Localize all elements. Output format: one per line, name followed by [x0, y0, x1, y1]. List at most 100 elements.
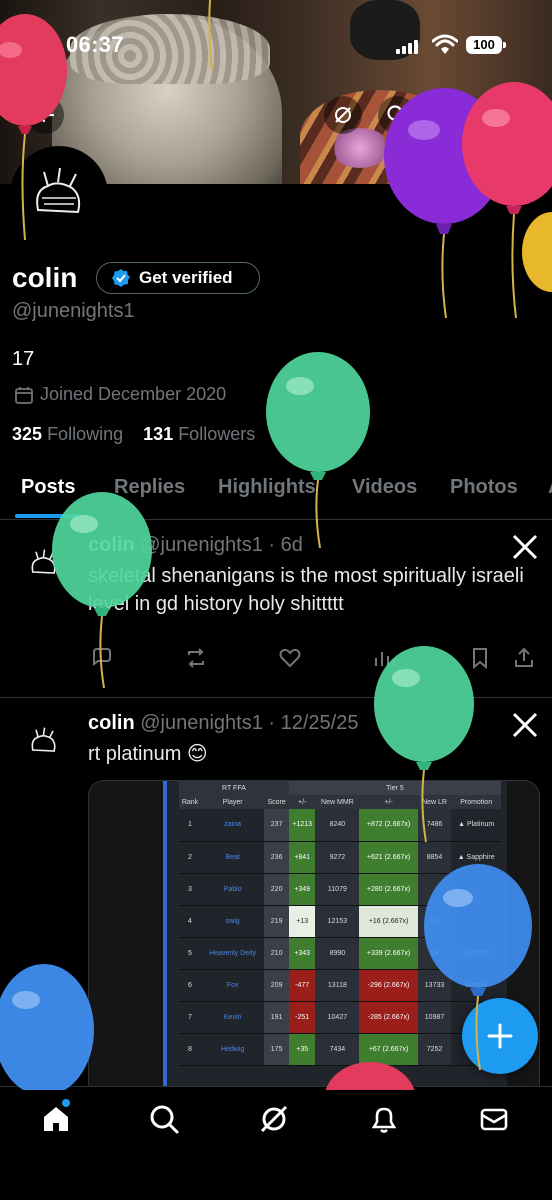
leaderboard-cell: 191: [264, 1001, 289, 1034]
post-1[interactable]: colin @junenights1 · 6d skeletal shenani…: [0, 520, 552, 698]
leaderboard-cell: 6: [179, 969, 201, 1002]
x-logo-icon: [512, 534, 538, 560]
leaderboard-row: 6 Fox 209 -477 13118 -296 (2.667x) 13733 Master: [179, 969, 501, 1002]
leaderboard-cell: 10427: [315, 1001, 360, 1034]
leaderboard-cell: +67 (2.667x): [359, 1033, 418, 1066]
home-icon[interactable]: [40, 1103, 72, 1135]
search-icon[interactable]: [148, 1103, 180, 1135]
profile-tabs: Posts Replies Highlights Videos Photos A: [0, 466, 552, 520]
post-avatar[interactable]: [20, 718, 68, 766]
post-avatar[interactable]: [20, 540, 68, 588]
get-verified-label: Get verified: [139, 268, 233, 287]
search-header-button[interactable]: [378, 96, 416, 134]
grok-icon[interactable]: [258, 1103, 290, 1135]
leaderboard-cell: 8: [179, 1033, 201, 1066]
following-link[interactable]: 325 Following: [12, 424, 123, 444]
bottom-navigation: [0, 1086, 552, 1200]
like-icon[interactable]: [278, 646, 302, 670]
pencil-icon: [444, 105, 463, 124]
followers-link[interactable]: 131 Followers: [143, 424, 255, 444]
notifications-icon[interactable]: [368, 1103, 400, 1135]
following-label: Following: [47, 424, 124, 444]
leaderboard-cell: 220: [264, 873, 289, 906]
back-button[interactable]: [26, 96, 64, 134]
leaderboard-cell: +35: [288, 1033, 316, 1066]
post-time: · 6d: [268, 534, 303, 556]
share-icon: [498, 105, 516, 124]
search-icon: [387, 105, 408, 126]
leaderboard-cell: Beat: [200, 841, 265, 874]
calendar-icon: [15, 386, 33, 404]
compose-plus-icon: [487, 1023, 513, 1049]
leaderboard-cell: ▲ Sapphire: [451, 841, 501, 874]
post-time: · 12/25/25: [268, 712, 359, 734]
leaderboard-cell: 7252: [417, 1033, 452, 1066]
leaderboard-cell: 12153: [315, 905, 360, 938]
leaderboard-cell: 3: [179, 873, 201, 906]
leaderboard-cell: -477: [288, 969, 316, 1002]
leaderboard-col-header: +/-: [288, 795, 316, 809]
leaderboard-cell: [451, 873, 501, 906]
share-header-button[interactable]: [488, 96, 526, 134]
leaderboard-cell: 1: [179, 809, 201, 842]
leaderboard-cell: 7: [179, 1001, 201, 1034]
banner-lamp-glass: [330, 128, 390, 168]
tab-replies[interactable]: Replies: [114, 476, 185, 499]
leaderboard-row: 7 Kevin 191 -251 10427 -285 (2.667x) 10987: [179, 1001, 501, 1034]
leaderboard-cell: zaina: [200, 809, 265, 842]
post-header: colin @junenights1 · 12/25/25: [88, 712, 358, 735]
messages-icon[interactable]: [478, 1103, 510, 1135]
cellular-signal-icon: [396, 38, 424, 54]
leaderboard-cell: 237: [264, 809, 289, 842]
tab-articles[interactable]: A: [548, 476, 552, 499]
edit-header-button[interactable]: [434, 96, 472, 134]
joined-label: Joined December 2020: [40, 384, 227, 404]
tab-photos[interactable]: Photos: [450, 476, 518, 499]
avatar-sketch-icon: [36, 167, 81, 214]
post-text: skeletal shenanigans is the most spiritu…: [88, 565, 524, 615]
post-author-name[interactable]: colin: [88, 534, 135, 556]
leaderboard-cell: Fox: [200, 969, 265, 1002]
back-arrow-icon: [36, 107, 55, 123]
get-verified-button[interactable]: Get verified: [96, 262, 260, 294]
leaderboard-cell: +339 (2.667x): [359, 937, 418, 970]
leaderboard-col-header: Score: [264, 795, 289, 809]
compose-button[interactable]: [462, 998, 538, 1074]
leaderboard-row: 2 Beat 236 +841 9272 +621 (2.667x) 8854 ▲ Sapph…: [179, 841, 501, 874]
tab-highlights[interactable]: Highlights: [218, 476, 316, 499]
grok-icon: [335, 107, 351, 123]
grok-header-button[interactable]: [324, 96, 362, 134]
repost-icon[interactable]: [184, 646, 208, 670]
leaderboard-col-header: Rank: [179, 795, 201, 809]
leaderboard-cell: Hedwig: [200, 1033, 265, 1066]
profile-name: colin: [12, 262, 78, 293]
post-author-handle[interactable]: @junenights1: [140, 534, 263, 556]
leaderboard-cell: 13733: [417, 969, 452, 1002]
tab-posts[interactable]: Posts: [21, 476, 75, 499]
active-tab-indicator: [15, 514, 79, 518]
leaderboard-row: 5 Heavenly Deity 210 +343 8990 +339 (2.667x) 8…: [179, 937, 501, 970]
avatar-sketch-icon: [31, 727, 56, 752]
leaderboard-row: 3 Pablo 220 +349 11079 +280 (2.667x): [179, 873, 501, 906]
leaderboard-cell: 9272: [315, 841, 360, 874]
leaderboard-table-image: RT FFA Tier 5 Rank Player Score +/- New MMR +…: [163, 781, 507, 1099]
share-icon[interactable]: [512, 646, 536, 670]
leaderboard-cell: 175: [264, 1033, 289, 1066]
leaderboard-cell: 4: [179, 905, 201, 938]
profile-avatar[interactable]: [10, 146, 108, 244]
followers-count: 131: [143, 424, 174, 444]
bookmark-icon[interactable]: [468, 646, 492, 670]
leaderboard-col-header: Promotion: [451, 795, 501, 809]
leaderboard-col-header: New LR: [417, 795, 452, 809]
leaderboard-cell: 84: [417, 937, 452, 970]
leaderboard-cell: 236: [264, 841, 289, 874]
tab-videos[interactable]: Videos: [352, 476, 417, 499]
leaderboard-cell: -251: [288, 1001, 316, 1034]
reply-icon[interactable]: [90, 646, 114, 670]
views-icon[interactable]: [372, 646, 396, 670]
leaderboard-cell: +1213: [288, 809, 316, 842]
post-author-handle[interactable]: @junenights1: [140, 712, 263, 734]
leaderboard-cell: [451, 905, 501, 938]
post-author-name[interactable]: colin: [88, 712, 135, 734]
leaderboard-cell: 8240: [315, 809, 360, 842]
